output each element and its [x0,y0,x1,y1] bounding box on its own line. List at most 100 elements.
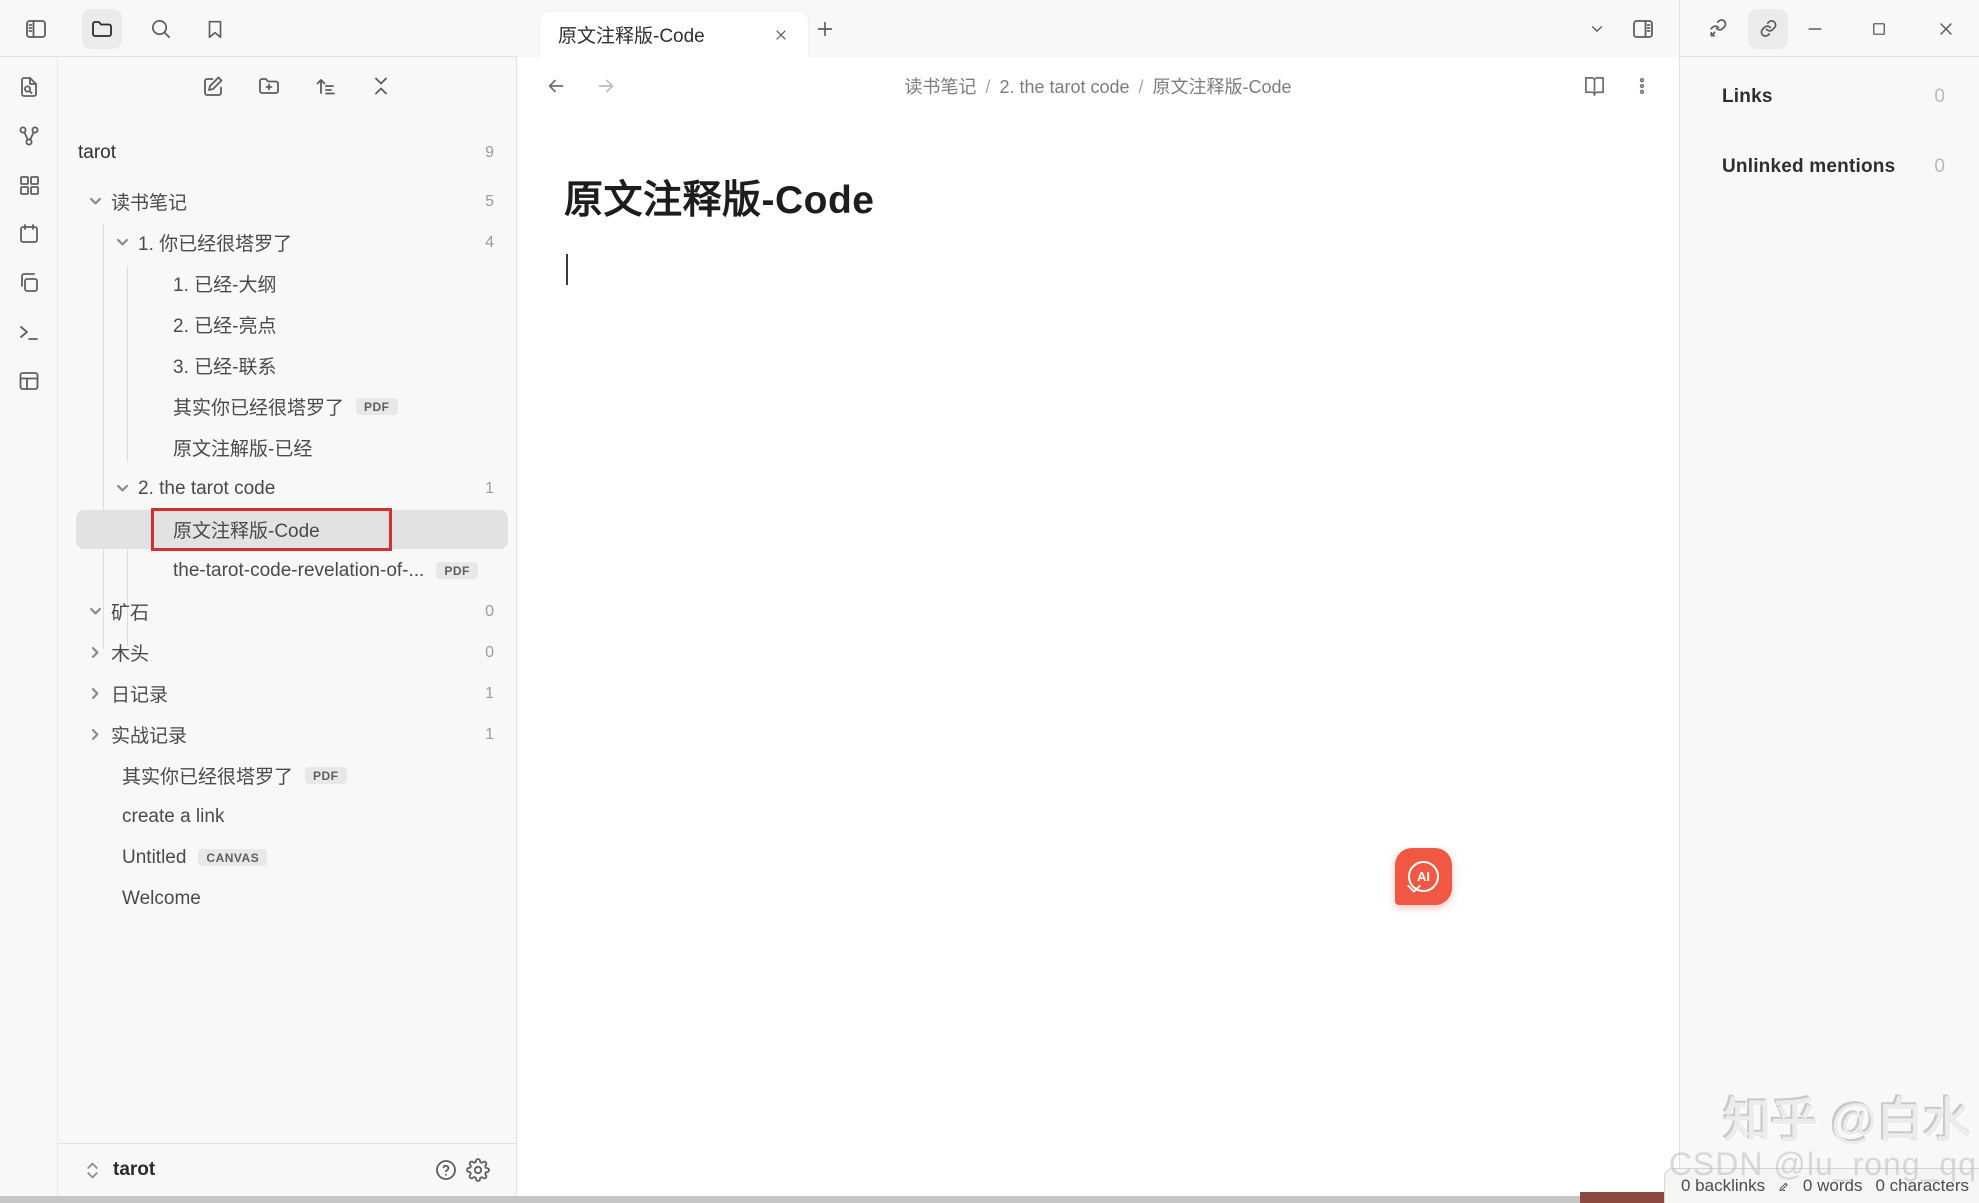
note-editor[interactable]: 原文注释版-Code [564,169,875,285]
new-note-icon [201,74,225,98]
ribbon-terminal[interactable] [17,320,41,344]
more-options-icon [1632,76,1652,96]
backlinks-count[interactable]: 0 backlinks [1681,1176,1765,1196]
word-count[interactable]: 0 words [1803,1176,1863,1196]
editor-tab[interactable]: 原文注释版-Code [540,12,808,57]
links-incoming-icon [1706,17,1729,40]
unlinked-mentions-section[interactable]: Unlinked mentions 0 [1722,148,1945,186]
bottom-accent-strip [1580,1192,1664,1203]
close-icon [773,27,789,43]
collapse-all-button[interactable] [366,71,396,101]
vault-switcher-name: tarot [113,1159,155,1181]
tree-folder[interactable]: 1. 你已经很塔罗了 4 [58,222,516,263]
tree-file[interactable]: Welcome [58,878,516,919]
editor-pane[interactable]: 读书笔记/2. the tarot code/原文注释版-Code 原文注释版-… [517,57,1679,1196]
panel-right-toggle-button[interactable] [1628,0,1658,57]
close-window-button[interactable] [1931,0,1961,57]
tree-file[interactable]: the-tarot-code-revelation-of-... PDF [58,550,516,591]
tab-search[interactable] [145,0,175,57]
chevron-right-icon[interactable] [88,686,103,701]
new-folder-button[interactable] [254,71,284,101]
status-bar: 0 backlinks 0 words 0 characters [1664,1168,1979,1203]
chevron-down-icon[interactable] [115,481,130,496]
chevron-down-icon[interactable] [115,235,130,250]
settings-button[interactable] [462,1154,494,1186]
panel-right-icon [1631,17,1655,41]
tab-bookmarks[interactable] [200,0,230,57]
vault-switcher-bar[interactable]: tarot [58,1143,516,1196]
tree-folder[interactable]: 2. the tarot code 1 [58,468,516,509]
canvas-cards-icon [17,173,41,197]
tab-close-button[interactable] [766,20,796,50]
edit-pencil-icon[interactable] [1778,1176,1790,1197]
gear-icon [466,1158,490,1182]
calendar-icon [17,222,41,246]
pdf-badge: PDF [356,398,398,415]
vault-title: tarot [78,142,116,164]
file-tree: 读书笔记 5 1. 你已经很塔罗了 4 1. 已经-大纲 2. 已经-亮点 3.… [58,181,516,919]
tree-file[interactable]: create a link [58,796,516,837]
tree-file[interactable]: 1. 已经-大纲 [58,263,516,304]
tree-folder[interactable]: 日记录 1 [58,673,516,714]
tab-list-button[interactable] [1582,0,1612,57]
tree-file[interactable]: 其实你已经很塔罗了 PDF [58,755,516,796]
ribbon-templates[interactable] [17,271,41,295]
reading-mode-button[interactable] [1579,71,1609,101]
panel-left-icon [24,17,48,41]
ribbon-quick-switcher[interactable] [17,75,41,99]
links-incoming-tab[interactable] [1702,0,1732,57]
pdf-badge: PDF [305,767,347,784]
close-icon [1936,19,1956,39]
collapse-all-icon [369,74,393,98]
help-icon [434,1158,458,1182]
titlebar-divider [1679,0,1680,57]
tree-folder[interactable]: 木头 0 [58,632,516,673]
chevron-down-icon[interactable] [88,604,103,619]
tree-file[interactable]: 原文注解版-已经 [58,427,516,468]
links-count: 0 [1934,86,1945,108]
more-options-button[interactable] [1627,71,1657,101]
maximize-button[interactable] [1864,0,1894,57]
minimize-button[interactable] [1800,0,1830,57]
chevron-down-icon[interactable] [88,194,103,209]
breadcrumb-folder[interactable]: 2. the tarot code [999,77,1129,97]
ai-assistant-button[interactable]: AI [1395,848,1452,905]
tree-folder[interactable]: 矿石 0 [58,591,516,632]
ribbon-canvas[interactable] [17,173,41,197]
canvas-badge: CANVAS [198,849,267,866]
pdf-badge: PDF [436,562,478,579]
new-note-button[interactable] [198,71,228,101]
tree-file[interactable]: 3. 已经-联系 [58,345,516,386]
ribbon-graph-view[interactable] [17,124,41,148]
breadcrumb-file[interactable]: 原文注释版-Code [1153,77,1292,97]
vault-header[interactable]: tarot 9 [58,133,516,173]
tree-folder[interactable]: 实战记录 1 [58,714,516,755]
right-sidebar: Links 0 Unlinked mentions 0 [1679,57,1979,1196]
layout-panel-icon [17,369,41,393]
character-count[interactable]: 0 characters [1875,1176,1969,1196]
unlinked-mentions-count: 0 [1934,156,1945,178]
ribbon-workspace-layout[interactable] [17,369,41,393]
note-title[interactable]: 原文注释版-Code [564,169,875,225]
tab-files[interactable] [82,0,122,57]
links-outgoing-tab[interactable] [1748,0,1788,57]
copy-icon [17,271,41,295]
tree-file[interactable]: 其实你已经很塔罗了 PDF [58,386,516,427]
links-section[interactable]: Links 0 [1722,78,1945,116]
tree-file[interactable]: 2. 已经-亮点 [58,304,516,345]
help-button[interactable] [430,1154,462,1186]
sort-order-button[interactable] [310,71,340,101]
new-tab-button[interactable] [808,0,842,57]
graph-icon [17,124,41,148]
ribbon-calendar[interactable] [17,222,41,246]
tree-file[interactable]: Untitled CANVAS [58,837,516,878]
chevron-right-icon[interactable] [88,727,103,742]
breadcrumb-folder[interactable]: 读书笔记 [904,77,976,97]
tree-file-selected[interactable]: 原文注释版-Code [58,509,516,550]
titlebar: 原文注释版-Code [0,0,1979,57]
chevron-right-icon[interactable] [88,645,103,660]
sort-icon [313,74,337,98]
terminal-icon [17,320,41,344]
panel-left-toggle-button[interactable] [21,0,51,57]
tree-folder[interactable]: 读书笔记 5 [58,181,516,222]
